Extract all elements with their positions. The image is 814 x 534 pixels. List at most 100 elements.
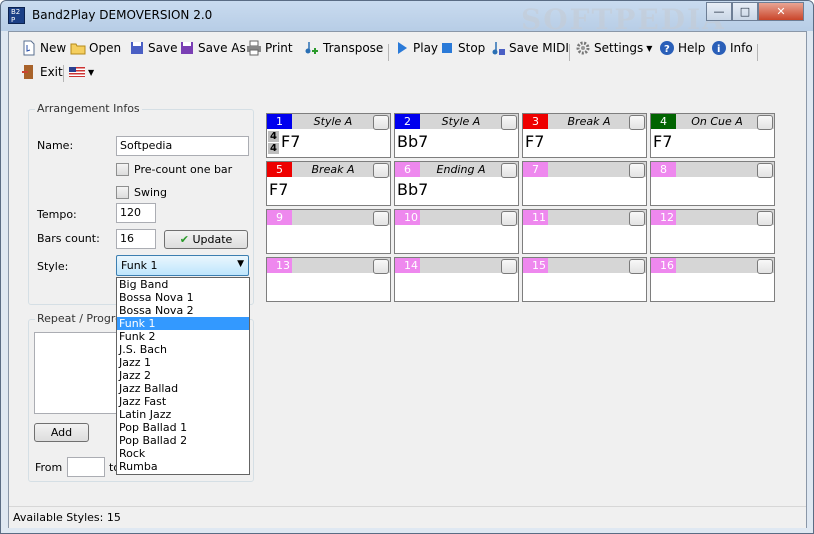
style-option[interactable]: Latin Jazz: [117, 408, 249, 421]
bar-cell[interactable]: 13: [266, 257, 391, 302]
style-option[interactable]: Jazz 1: [117, 356, 249, 369]
svg-text:?: ?: [664, 44, 670, 55]
bar-cell[interactable]: 8: [650, 161, 775, 206]
title-bar[interactable]: B2 P Band2Play DEMOVERSION 2.0 SOFTPEDIA …: [1, 1, 813, 36]
bar-menu-button[interactable]: [373, 259, 389, 274]
bar-cell[interactable]: 3 Break A F7: [522, 113, 647, 158]
bar-cell[interactable]: 11: [522, 209, 647, 254]
bar-cell[interactable]: 7: [522, 161, 647, 206]
precount-checkbox[interactable]: [116, 163, 129, 176]
style-option[interactable]: Funk 2: [117, 330, 249, 343]
minimize-button[interactable]: —: [706, 2, 732, 21]
midi-note-icon: [490, 40, 506, 56]
bar-cell[interactable]: 1 Style A 4 4 F7: [266, 113, 391, 158]
gear-icon: [575, 40, 591, 56]
bar-menu-button[interactable]: [757, 259, 773, 274]
style-option[interactable]: Jazz Fast: [117, 395, 249, 408]
transpose-button[interactable]: Transpose: [304, 38, 383, 58]
bar-menu-button[interactable]: [373, 211, 389, 226]
style-option[interactable]: Pop Ballad 1: [117, 421, 249, 434]
save-midi-button[interactable]: Save MIDI: [490, 38, 569, 58]
bar-menu-button[interactable]: [373, 163, 389, 178]
bar-cell[interactable]: 15: [522, 257, 647, 302]
bar-cell[interactable]: 2 Style A Bb7: [394, 113, 519, 158]
swing-label: Swing: [134, 186, 167, 199]
stop-button[interactable]: Stop: [439, 38, 485, 58]
style-select[interactable]: Funk 1 ▼: [116, 255, 249, 276]
chevron-down-icon: ▼: [88, 67, 95, 77]
bar-menu-button[interactable]: [629, 259, 645, 274]
style-option[interactable]: Pop Ballad 2: [117, 434, 249, 447]
add-button[interactable]: Add: [34, 423, 89, 442]
save-as-button[interactable]: Save As: [179, 38, 246, 58]
style-option[interactable]: Jazz Ballad: [117, 382, 249, 395]
exit-button[interactable]: Exit: [21, 62, 63, 82]
save-button[interactable]: Save: [129, 38, 177, 58]
bar-cell[interactable]: 14: [394, 257, 519, 302]
style-option[interactable]: Rumba: [117, 460, 249, 473]
name-label: Name:: [37, 139, 74, 152]
bar-menu-button[interactable]: [501, 115, 517, 130]
print-button[interactable]: Print: [246, 38, 293, 58]
from-input[interactable]: [67, 457, 105, 477]
bars-count-input[interactable]: 16: [116, 229, 156, 249]
bar-cell[interactable]: 9: [266, 209, 391, 254]
bar-cell[interactable]: 10: [394, 209, 519, 254]
bar-cell[interactable]: 16: [650, 257, 775, 302]
help-button[interactable]: ? Help: [659, 38, 705, 58]
style-option[interactable]: J.S. Bach: [117, 343, 249, 356]
bar-number: 14: [395, 258, 420, 273]
maximize-button[interactable]: □: [732, 2, 758, 21]
open-button[interactable]: Open: [70, 38, 121, 58]
bars-count-label: Bars count:: [37, 232, 100, 245]
music-note-plus-icon: [304, 40, 320, 56]
bar-menu-button[interactable]: [501, 259, 517, 274]
play-button[interactable]: Play: [394, 38, 438, 58]
bar-cell[interactable]: 4 On Cue A F7: [650, 113, 775, 158]
bar-cell[interactable]: 12: [650, 209, 775, 254]
bar-chord: F7: [525, 132, 545, 151]
settings-menu[interactable]: Settings ▼: [575, 38, 652, 58]
bar-chord: F7: [653, 132, 673, 151]
bar-menu-button[interactable]: [373, 115, 389, 130]
style-option[interactable]: Bossa Nova 1: [117, 291, 249, 304]
style-option[interactable]: Rock: [117, 447, 249, 460]
repeat-list[interactable]: [34, 332, 124, 414]
bar-menu-button[interactable]: [501, 163, 517, 178]
bar-number: 13: [267, 258, 292, 273]
bar-number: 1: [267, 114, 292, 129]
bar-menu-button[interactable]: [757, 115, 773, 130]
bar-menu-button[interactable]: [629, 163, 645, 178]
swing-checkbox[interactable]: [116, 186, 129, 199]
bar-menu-button[interactable]: [501, 211, 517, 226]
style-option-selected[interactable]: Funk 1: [117, 317, 249, 330]
bar-menu-button[interactable]: [629, 115, 645, 130]
language-menu[interactable]: ▼: [69, 62, 94, 82]
style-dropdown-list[interactable]: Big Band Bossa Nova 1 Bossa Nova 2 Funk …: [116, 277, 250, 475]
svg-text:i: i: [717, 44, 720, 55]
bar-cell[interactable]: 5 Break A F7: [266, 161, 391, 206]
style-option[interactable]: Jazz 2: [117, 369, 249, 382]
bar-chord: F7: [281, 132, 301, 151]
style-label: Style:: [37, 260, 69, 273]
bar-number: 3: [523, 114, 548, 129]
bar-menu-button[interactable]: [629, 211, 645, 226]
update-button[interactable]: ✔ Update: [164, 230, 248, 249]
bar-number: 8: [651, 162, 676, 177]
bar-menu-button[interactable]: [757, 163, 773, 178]
name-input[interactable]: Softpedia: [116, 136, 249, 156]
bar-cell[interactable]: 6 Ending A Bb7: [394, 161, 519, 206]
style-option[interactable]: Big Band: [117, 278, 249, 291]
style-option[interactable]: Bossa Nova 2: [117, 304, 249, 317]
tempo-input[interactable]: 120: [116, 203, 156, 223]
info-button[interactable]: i Info: [711, 38, 753, 58]
close-button[interactable]: ✕: [758, 2, 804, 21]
bar-number: 9: [267, 210, 292, 225]
new-button[interactable]: New: [21, 38, 66, 58]
status-bar: Available Styles: 15: [9, 506, 806, 528]
bar-menu-button[interactable]: [757, 211, 773, 226]
from-label: From: [35, 461, 63, 474]
status-text: Available Styles: 15: [13, 511, 121, 524]
toolbar-separator: [63, 65, 64, 82]
arrangement-group-title: Arrangement Infos: [35, 102, 142, 115]
